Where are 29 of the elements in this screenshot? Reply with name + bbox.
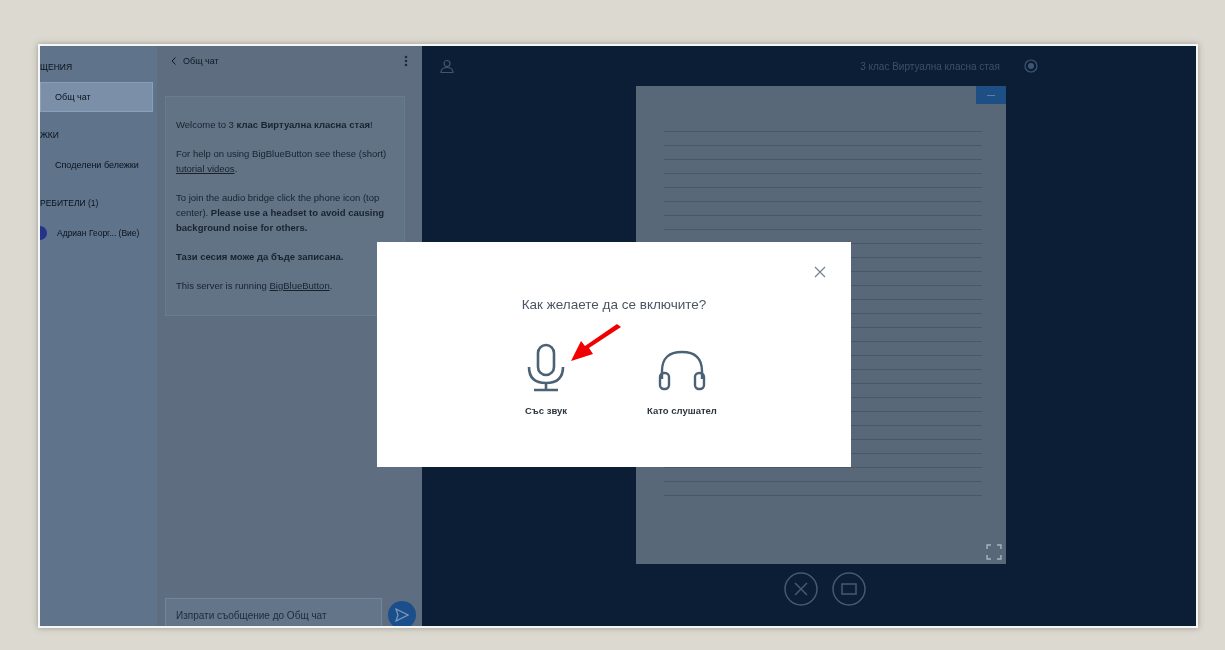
message-paragraph: Welcome to 3 клас Виртуална класна стая! <box>176 118 374 132</box>
user-icon[interactable] <box>440 59 454 73</box>
send-icon <box>395 608 410 622</box>
message-link[interactable]: BigBlueButton <box>269 280 330 291</box>
section-heading: РЕБИТЕЛИ (1) <box>40 198 99 208</box>
message-input-field[interactable]: Изпрати съобщение до Общ чат <box>165 598 383 626</box>
message-paragraph: To join the audio bridge click the phone icon (top center). Please use a headset to avoid causing background noise for others. <box>176 191 386 235</box>
sidebar-item[interactable]: Общ чат <box>40 82 153 112</box>
pointer-arrow <box>569 324 623 364</box>
user-name[interactable]: Адриан Георг... (Вие) <box>57 228 140 238</box>
microphone-icon <box>526 343 566 393</box>
headphones-icon <box>657 349 707 393</box>
section-heading: ЩЕНИЯ <box>40 62 73 72</box>
back-chevron-icon[interactable] <box>171 57 176 65</box>
close-icon[interactable] <box>814 266 826 278</box>
send-button[interactable] <box>388 601 416 626</box>
record-icon[interactable] <box>1023 59 1038 73</box>
message-paragraph: Тази сесия може да бъде записана. <box>176 250 345 264</box>
fullscreen-icon[interactable] <box>986 544 1002 560</box>
chat-title: Общ чат <box>183 56 219 66</box>
screen-share-icon[interactable] <box>832 572 866 606</box>
message-paragraph: For help on using BigBlueButton see these (short) tutorial videos. <box>176 147 388 176</box>
dialog-question: Как желаете да се включите? <box>521 297 707 312</box>
sidebar-item[interactable]: Споделени бележки <box>40 150 153 180</box>
section-heading: ЖКИ <box>40 130 59 140</box>
more-options-icon[interactable] <box>404 55 408 67</box>
audio-option-button[interactable]: Със звук <box>498 326 594 416</box>
audio-option-button[interactable]: Като слушател <box>634 326 730 416</box>
message-link[interactable]: tutorial videos <box>176 163 235 174</box>
